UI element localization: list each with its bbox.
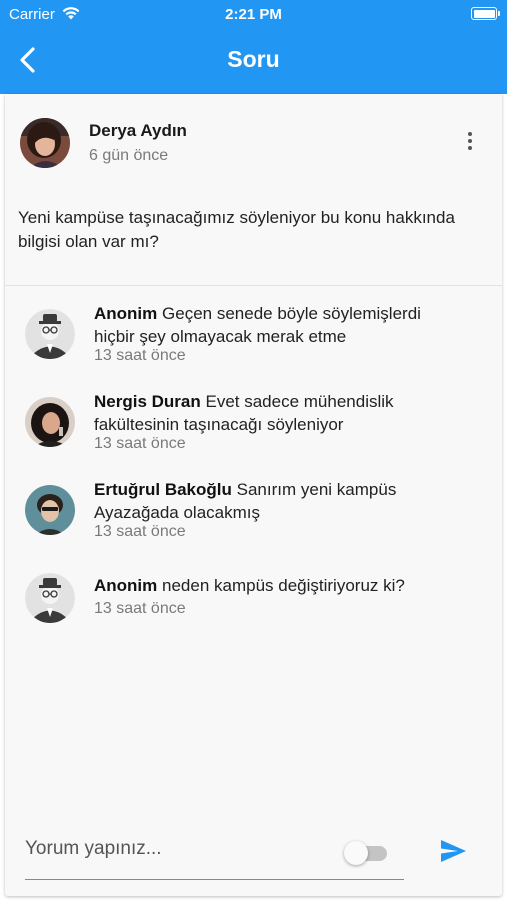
page-title: Soru: [227, 46, 280, 72]
comment-author[interactable]: Anonim: [94, 304, 157, 323]
comment-author[interactable]: Nergis Duran: [94, 392, 201, 411]
comment-author[interactable]: Anonim: [94, 576, 157, 595]
post-time: 6 gün önce: [89, 147, 169, 164]
question-text: Yeni kampüse taşınacağımız söyleniyor bu…: [18, 208, 455, 251]
status-time: 2:21 PM: [225, 6, 282, 23]
comment-time: 13 saat önce: [94, 435, 186, 452]
anonymous-avatar[interactable]: [25, 309, 75, 359]
comment-text: Anonim Geçen senede böyle söylemişlerdi …: [94, 302, 464, 348]
comment-author[interactable]: Ertuğrul Bakoğlu: [94, 480, 232, 499]
comment-body: neden kampüs değiştiriyoruz ki?: [162, 576, 405, 595]
user-avatar[interactable]: [25, 397, 75, 447]
user-avatar[interactable]: [25, 485, 75, 535]
battery-icon: [471, 7, 500, 20]
more-vertical-icon[interactable]: [463, 130, 477, 154]
anonymous-toggle[interactable]: [344, 841, 389, 865]
question-card: Derya Aydın 6 gün önce Yeni kampüse taşı…: [5, 94, 502, 896]
comment-text: Anonim neden kampüs değiştiriyoruz ki?: [94, 574, 464, 597]
send-button[interactable]: [438, 836, 468, 866]
comment-text: Ertuğrul Bakoğlu Sanırım yeni kampüs Aya…: [94, 478, 464, 524]
divider: [5, 285, 502, 286]
app-bar: Carrier 2:21 PM Soru: [0, 0, 507, 94]
author-avatar[interactable]: [20, 118, 70, 168]
status-bar: Carrier 2:21 PM: [0, 0, 507, 28]
comment-composer: [5, 824, 502, 884]
comment-time: 13 saat önce: [94, 523, 186, 540]
comment-time: 13 saat önce: [94, 347, 186, 364]
comment-input[interactable]: [25, 834, 335, 864]
send-icon: [441, 840, 466, 862]
comment-text: Nergis Duran Evet sadece mühendislik fak…: [94, 390, 464, 436]
comment-time: 13 saat önce: [94, 600, 186, 617]
anonymous-avatar[interactable]: [25, 573, 75, 623]
input-underline: [25, 879, 404, 880]
author-name[interactable]: Derya Aydın: [89, 121, 187, 141]
